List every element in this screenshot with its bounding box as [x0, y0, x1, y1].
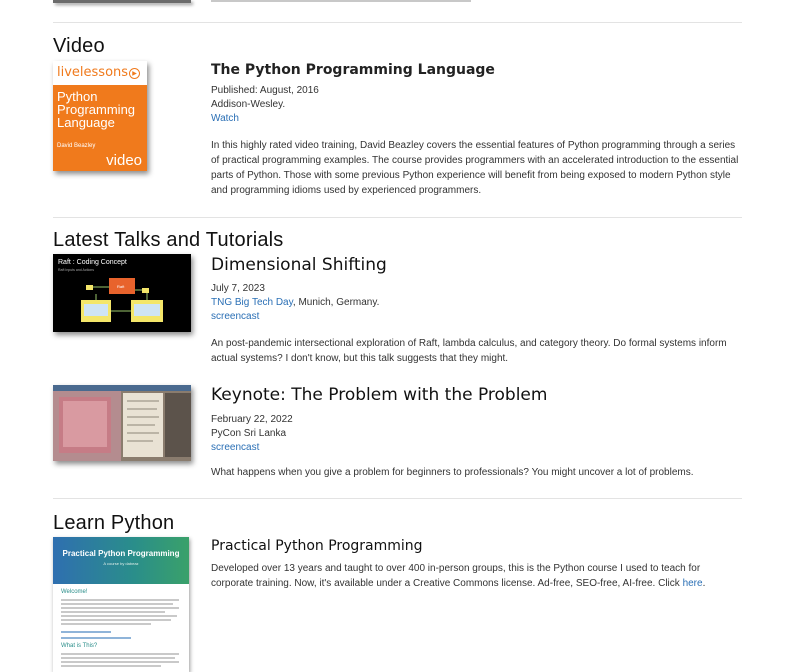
text-line — [61, 603, 173, 605]
screencast-link[interactable]: screencast — [211, 311, 259, 322]
video-description: In this highly rated video training, Dav… — [211, 140, 739, 196]
divider — [53, 498, 742, 499]
text-line — [61, 599, 179, 601]
learn-description: Developed over 13 years and taught to ov… — [211, 563, 706, 589]
watch-link[interactable]: Watch — [211, 113, 239, 124]
text-line — [61, 653, 179, 655]
video-title: The Python Programming Language — [211, 62, 495, 78]
keynote-meta: February 22, 2022 PyCon Sri Lanka screen… — [211, 413, 293, 455]
cover-author: David Beazley — [57, 143, 96, 149]
talk-description: An post-pandemic intersectional explorat… — [211, 338, 727, 364]
keynote-photo — [53, 385, 191, 461]
divider — [53, 22, 742, 23]
cover-what: What is This? — [61, 643, 98, 649]
talk-date: July 7, 2023 — [211, 283, 265, 294]
text-line — [61, 623, 151, 625]
screencast-link[interactable]: screencast — [211, 442, 259, 453]
raft-slide-subtitle: Raft Inputs and Actions — [58, 268, 94, 272]
keynote-date: February 22, 2022 — [211, 414, 293, 425]
text-line — [61, 615, 177, 617]
text-line — [61, 661, 179, 663]
text-line — [61, 657, 175, 659]
raft-box-label: Raft — [117, 284, 125, 289]
link-line — [61, 637, 131, 639]
talk-thumbnail-keynote[interactable] — [53, 385, 191, 461]
tng-big-tech-day-link[interactable]: TNG Big Tech Day — [211, 297, 293, 308]
link-line — [61, 631, 111, 633]
previous-text-fragment — [211, 0, 471, 2]
section-heading-video: Video — [53, 35, 105, 57]
video-published: Published: August, 2016 — [211, 85, 319, 96]
divider — [53, 217, 742, 218]
raft-slide-graphic: Raft : Coding Concept Raft Inputs and Ac… — [53, 254, 191, 332]
learn-title: Practical Python Programming — [211, 538, 423, 554]
talk-title-keynote: Keynote: The Problem with the Problem — [211, 385, 548, 405]
video-meta: Published: August, 2016 Addison-Wesley. … — [211, 84, 319, 126]
cover-title: Practical Python Programming — [62, 549, 180, 558]
here-link[interactable]: here — [683, 578, 703, 589]
text-line — [61, 607, 179, 609]
text-line — [61, 611, 165, 613]
cover-welcome: Welcome! — [61, 589, 88, 595]
section-heading-talks: Latest Talks and Tutorials — [53, 229, 284, 251]
talk-venue: TNG Big Tech Day, Munich, Germany. — [211, 297, 380, 308]
talk-title-dimensional-shifting: Dimensional Shifting — [211, 255, 387, 275]
video-publisher: Addison-Wesley. — [211, 99, 286, 110]
section-heading-learn: Learn Python — [53, 512, 175, 534]
cover-video-word: video — [106, 152, 142, 169]
practical-python-cover[interactable]: Practical Python Programming A course by… — [53, 537, 189, 672]
cover-subtitle: A course by dabeaz — [103, 561, 139, 566]
previous-thumbnail-edge — [53, 0, 191, 3]
raft-slide-title: Raft : Coding Concept — [58, 259, 127, 266]
video-cover-image[interactable]: livelessons ▶ Python Programming Language… — [53, 61, 147, 171]
text-line — [61, 619, 171, 621]
cover-title: Python Programming Language — [57, 89, 136, 130]
text-line — [61, 665, 161, 667]
talk-thumbnail-dimensional-shifting[interactable]: Raft : Coding Concept Raft Inputs and Ac… — [53, 254, 191, 332]
keynote-venue: PyCon Sri Lanka — [211, 428, 287, 439]
keynote-description: What happens when you give a problem for… — [211, 467, 694, 478]
talk-meta: July 7, 2023 TNG Big Tech Day, Munich, G… — [211, 282, 379, 324]
livelessons-logo: livelessons ▶ — [57, 65, 141, 80]
